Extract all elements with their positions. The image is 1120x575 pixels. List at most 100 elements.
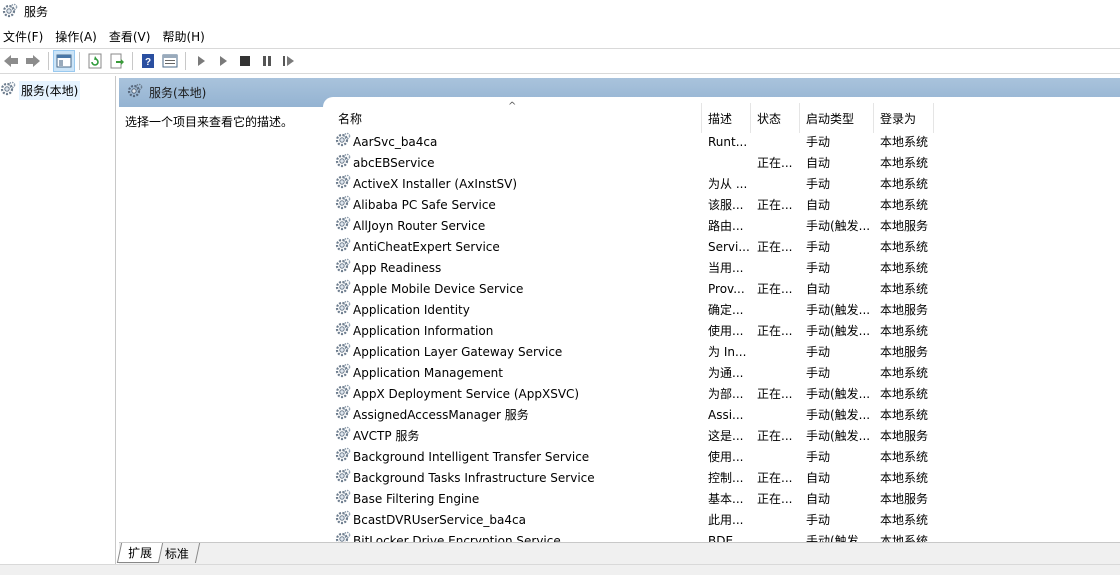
- column-header-status[interactable]: 状态: [751, 103, 800, 133]
- service-gear-icon: [335, 342, 351, 361]
- service-name: AntiCheatExpert Service: [353, 239, 500, 254]
- service-row[interactable]: Apple Mobile Device Service Prov... 正在... 自…: [323, 278, 1120, 299]
- toolbar-separator: [185, 52, 186, 70]
- service-name: Alibaba PC Safe Service: [353, 197, 496, 212]
- service-gear-icon: [335, 300, 351, 319]
- service-name: BcastDVRUserService_ba4ca: [353, 512, 526, 527]
- service-description: Prov...: [708, 281, 745, 296]
- service-row[interactable]: Alibaba PC Safe Service 该服... 正在... 自动 本地系统: [323, 194, 1120, 215]
- service-gear-icon: [335, 153, 351, 172]
- service-logon-as: 本地系统: [880, 366, 929, 380]
- service-logon-as: 本地系统: [880, 534, 929, 542]
- back-arrow-icon[interactable]: [0, 50, 22, 72]
- service-startup-type: 手动(触发...: [806, 324, 871, 338]
- service-name-cell: BcastDVRUserService_ba4ca: [323, 510, 702, 529]
- service-description: 为通...: [708, 366, 744, 380]
- service-name-cell: abcEBService: [323, 153, 702, 172]
- service-description: 确定...: [708, 303, 744, 317]
- service-status: 正在...: [757, 471, 793, 485]
- service-description: 控制...: [708, 471, 744, 485]
- service-row[interactable]: App Readiness 当用... 手动 本地系统: [323, 257, 1120, 278]
- service-description: 为从 ...: [708, 177, 748, 191]
- service-row[interactable]: Background Intelligent Transfer Service 使…: [323, 446, 1120, 467]
- service-row[interactable]: AVCTP 服务 这是... 正在... 手动(触发... 本地服务: [323, 425, 1120, 446]
- menu-action[interactable]: 操作(A): [51, 28, 105, 45]
- menu-view[interactable]: 查看(V): [105, 28, 159, 45]
- properties-pane-icon[interactable]: [159, 50, 181, 72]
- service-logon-as: 本地系统: [880, 156, 929, 170]
- service-row[interactable]: AllJoyn Router Service 路由... 手动(触发... 本地服务: [323, 215, 1120, 236]
- export-list-icon[interactable]: [106, 50, 128, 72]
- help-icon[interactable]: ?: [137, 50, 159, 72]
- pause-service-icon[interactable]: [256, 50, 278, 72]
- start-service-alt-icon[interactable]: [212, 50, 234, 72]
- tab-standard[interactable]: 标准: [154, 543, 201, 563]
- service-row[interactable]: Application Layer Gateway Service 为 In...…: [323, 341, 1120, 362]
- service-row[interactable]: Background Tasks Infrastructure Service 控…: [323, 467, 1120, 488]
- service-row[interactable]: AarSvc_ba4ca Runt... 手动 本地系统: [323, 131, 1120, 152]
- service-description: 基本...: [708, 492, 744, 506]
- service-row[interactable]: AssignedAccessManager 服务 Assi... 手动(触发... 本…: [323, 404, 1120, 425]
- service-name-cell: BitLocker Drive Encryption Service: [323, 531, 702, 542]
- service-row[interactable]: Application Management 为通... 手动 本地系统: [323, 362, 1120, 383]
- column-header-logon-as[interactable]: 登录为: [874, 103, 934, 133]
- forward-arrow-icon[interactable]: [22, 50, 44, 72]
- start-service-icon[interactable]: [190, 50, 212, 72]
- service-name: Application Identity: [353, 302, 470, 317]
- service-startup-type: 手动: [806, 261, 831, 275]
- service-name: AarSvc_ba4ca: [353, 134, 438, 149]
- service-name-cell: AssignedAccessManager 服务: [323, 405, 702, 424]
- service-row[interactable]: BcastDVRUserService_ba4ca 此用... 手动 本地系统: [323, 509, 1120, 530]
- column-header-startup-type[interactable]: 启动类型: [800, 103, 874, 133]
- service-row[interactable]: Base Filtering Engine 基本... 正在... 自动 本地服务: [323, 488, 1120, 509]
- service-name-cell: Application Identity: [323, 300, 702, 319]
- restart-service-icon[interactable]: [278, 50, 300, 72]
- service-row[interactable]: ActiveX Installer (AxInstSV) 为从 ... 手动 本地系统: [323, 173, 1120, 194]
- service-name-cell: AppX Deployment Service (AppXSVC): [323, 384, 702, 403]
- service-row[interactable]: Application Information 使用... 正在... 手动(触发..…: [323, 320, 1120, 341]
- service-logon-as: 本地系统: [880, 324, 929, 338]
- console-tree: 服务(本地): [0, 76, 116, 564]
- service-gear-icon: [335, 237, 351, 256]
- service-startup-type: 手动: [806, 177, 831, 191]
- refresh-icon[interactable]: [84, 50, 106, 72]
- column-header-label: 启动类型: [806, 111, 855, 126]
- service-gear-icon: [335, 258, 351, 277]
- column-header-label: 描述: [708, 111, 733, 126]
- service-startup-type: 自动: [806, 282, 831, 296]
- column-header-description[interactable]: 描述: [702, 103, 751, 133]
- service-logon-as: 本地系统: [880, 471, 929, 485]
- tree-item-services-local[interactable]: 服务(本地): [0, 80, 115, 100]
- service-startup-type: 手动: [806, 366, 831, 380]
- service-row[interactable]: AntiCheatExpert Service Servi... 正在... 手动 本地…: [323, 236, 1120, 257]
- service-name-cell: Application Information: [323, 321, 702, 340]
- menu-file[interactable]: 文件(F): [0, 28, 51, 45]
- service-name: Background Intelligent Transfer Service: [353, 449, 590, 464]
- column-header-label: 名称: [338, 111, 363, 126]
- service-name-cell: Application Management: [323, 363, 702, 382]
- column-header-name[interactable]: ^ 名称: [323, 101, 702, 133]
- service-name: abcEBService: [353, 155, 435, 170]
- service-name-cell: AarSvc_ba4ca: [323, 132, 702, 151]
- service-logon-as: 本地服务: [880, 429, 929, 443]
- service-logon-as: 本地系统: [880, 177, 929, 191]
- service-gear-icon: [335, 510, 351, 529]
- sort-ascending-icon: ^: [508, 101, 517, 112]
- svg-text:?: ?: [145, 57, 151, 68]
- show-hide-console-tree-icon[interactable]: [53, 50, 75, 72]
- service-logon-as: 本地系统: [880, 408, 929, 422]
- service-row[interactable]: BitLocker Drive Encryption Service BDE...…: [323, 530, 1120, 542]
- service-name: Apple Mobile Device Service: [353, 281, 524, 296]
- service-row[interactable]: Application Identity 确定... 手动(触发... 本地服务: [323, 299, 1120, 320]
- service-description: Runt...: [708, 134, 748, 149]
- service-description: 此用...: [708, 513, 744, 527]
- service-row[interactable]: abcEBService 正在... 自动 本地系统: [323, 152, 1120, 173]
- service-row[interactable]: AppX Deployment Service (AppXSVC) 为部... 正在…: [323, 383, 1120, 404]
- stop-service-icon[interactable]: [234, 50, 256, 72]
- menu-help[interactable]: 帮助(H): [158, 28, 212, 45]
- details-header-title: 服务(本地): [149, 86, 207, 100]
- service-description: 为部...: [708, 387, 744, 401]
- menu-bar: 文件(F) 操作(A) 查看(V) 帮助(H): [0, 26, 213, 46]
- service-startup-type: 手动(触发...: [806, 408, 871, 422]
- service-startup-type: 手动(触发...: [806, 534, 871, 542]
